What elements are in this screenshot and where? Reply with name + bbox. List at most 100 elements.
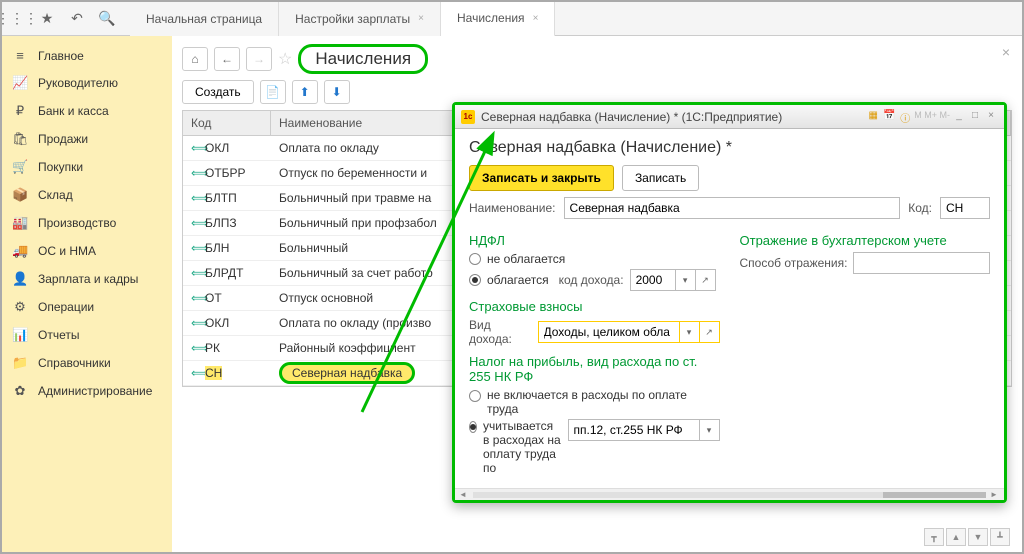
sidebar-label: Отчеты: [38, 328, 79, 342]
grid-next[interactable]: ▼: [968, 528, 988, 546]
page-title: Начисления: [298, 44, 428, 74]
calc-icon[interactable]: ▦: [866, 110, 880, 124]
search-icon[interactable]: 🔍: [92, 3, 122, 35]
profit-radio-excluded[interactable]: [469, 390, 481, 402]
sidebar-item-5[interactable]: 📦Склад: [2, 181, 172, 209]
tab-2[interactable]: Начисления×: [441, 2, 555, 37]
dialog-titlebar[interactable]: 1c Северная надбавка (Начисление) * (1С:…: [455, 105, 1004, 129]
down-button[interactable]: ⬇: [324, 80, 350, 104]
income-type-label: Вид дохода:: [469, 318, 532, 346]
income-type-combo[interactable]: ▾ ↗: [538, 321, 720, 343]
sidebar-item-7[interactable]: 🚚ОС и НМА: [2, 237, 172, 265]
calendar-icon[interactable]: 📅: [882, 110, 896, 124]
profit-article-combo[interactable]: ▾: [568, 419, 720, 441]
grid-prev[interactable]: ▲: [946, 528, 966, 546]
forward-button[interactable]: →: [246, 47, 272, 71]
minimize-icon[interactable]: _: [952, 110, 966, 124]
dialog-window-title: Северная надбавка (Начисление) * (1С:Пре…: [481, 110, 782, 124]
sidebar-item-1[interactable]: 📈 Руководителю: [2, 69, 172, 97]
sidebar-icon: ≡: [12, 48, 28, 63]
sidebar-label: Операции: [38, 300, 94, 314]
back-button[interactable]: ←: [214, 47, 240, 71]
grid-nav-buttons: ┳ ▲ ▼ ┻: [924, 528, 1010, 546]
profit-radio-included[interactable]: [469, 421, 477, 433]
copy-button[interactable]: 📄: [260, 80, 286, 104]
sidebar-icon: 🛒: [12, 159, 28, 175]
profit-opt1-label: не включается в расходы по оплате труда: [487, 388, 687, 416]
history-icon[interactable]: ↶: [62, 3, 92, 35]
insurance-section: Страховые взносы: [469, 299, 720, 314]
name-field[interactable]: [564, 197, 901, 219]
ndfl-opt2-label: облагается: [487, 273, 549, 287]
sidebar-item-0[interactable]: ≡ Главное: [2, 42, 172, 69]
apps-icon[interactable]: ⋮⋮⋮: [2, 3, 32, 35]
star-icon[interactable]: ☆: [278, 49, 292, 69]
scroll-right-icon[interactable]: ►: [990, 490, 1000, 499]
topbar: ⋮⋮⋮ ★ ↶ 🔍 Начальная страницаНастройки за…: [2, 2, 1022, 36]
acc-method-field[interactable]: [853, 252, 990, 274]
sidebar-icon: 🏭: [12, 215, 28, 231]
sidebar-icon: 👤: [12, 271, 28, 287]
sidebar-icon: 🛍: [12, 131, 28, 147]
scroll-left-icon[interactable]: ◄: [459, 490, 469, 499]
dialog-close-icon[interactable]: ×: [984, 110, 998, 124]
close-page-icon[interactable]: ×: [1002, 44, 1010, 60]
sidebar-icon: 📊: [12, 327, 28, 343]
profit-opt2-label: учитывается в расходах на оплату труда п…: [483, 419, 562, 475]
tab-0[interactable]: Начальная страница: [130, 2, 279, 36]
col-code[interactable]: Код: [183, 111, 271, 135]
sidebar-item-11[interactable]: 📁Справочники: [2, 349, 172, 377]
code-label: Код:: [908, 201, 932, 215]
name-label: Наименование:: [469, 201, 556, 215]
open-icon[interactable]: ↗: [695, 270, 715, 290]
maximize-icon[interactable]: □: [968, 110, 982, 124]
profit-section: Налог на прибыль, вид расхода по ст. 255…: [469, 354, 720, 384]
sidebar-label: Администрирование: [38, 384, 152, 398]
sidebar-icon: 📁: [12, 355, 28, 371]
tab-1[interactable]: Настройки зарплаты×: [279, 2, 441, 36]
save-button[interactable]: Записать: [622, 165, 699, 191]
dialog-scrollbar[interactable]: ◄ ►: [455, 488, 1004, 500]
sidebar-label: Зарплата и кадры: [38, 272, 138, 286]
save-close-button[interactable]: Записать и закрыть: [469, 165, 614, 191]
favorite-icon[interactable]: ★: [32, 3, 62, 35]
page-header: ⌂ ← → ☆ Начисления: [182, 44, 1012, 74]
code-field[interactable]: [940, 197, 990, 219]
tab-close-icon[interactable]: ×: [533, 13, 539, 24]
sidebar-icon: ✿: [12, 383, 28, 399]
chevron-down-icon[interactable]: ▾: [699, 420, 719, 440]
create-button[interactable]: Создать: [182, 80, 254, 104]
sidebar-icon: ₽: [12, 103, 28, 119]
sidebar-item-3[interactable]: 🛍Продажи: [2, 125, 172, 153]
sidebar-item-2[interactable]: ₽Банк и касса: [2, 97, 172, 125]
chevron-down-icon[interactable]: ▾: [675, 270, 695, 290]
sidebar-label: ОС и НМА: [38, 244, 96, 258]
tab-close-icon[interactable]: ×: [418, 13, 424, 24]
info-icon[interactable]: ⓘ: [898, 110, 912, 124]
grid-last[interactable]: ┻: [990, 528, 1010, 546]
sidebar-item-6[interactable]: 🏭 Производство: [2, 209, 172, 237]
accrual-dialog: 1c Северная надбавка (Начисление) * (1С:…: [452, 102, 1007, 503]
sidebar-icon: 📈: [12, 75, 28, 91]
sidebar-item-8[interactable]: 👤 Зарплата и кадры: [2, 265, 172, 293]
sidebar-item-4[interactable]: 🛒 Покупки: [2, 153, 172, 181]
grid-toolbar: Создать 📄 ⬆ ⬇: [182, 80, 1012, 104]
ndfl-radio-exempt[interactable]: [469, 253, 481, 265]
m-buttons[interactable]: M M+ M-: [914, 110, 950, 124]
open-icon[interactable]: ↗: [699, 322, 719, 342]
up-button[interactable]: ⬆: [292, 80, 318, 104]
chevron-down-icon[interactable]: ▾: [679, 322, 699, 342]
home-button[interactable]: ⌂: [182, 47, 208, 71]
main-tabs: Начальная страницаНастройки зарплаты×Нач…: [130, 2, 555, 36]
sidebar-label: Производство: [38, 216, 116, 230]
grid-first[interactable]: ┳: [924, 528, 944, 546]
sidebar-label: Главное: [38, 49, 84, 63]
sidebar-label: Покупки: [38, 160, 83, 174]
sidebar-label: Руководителю: [38, 76, 118, 90]
sidebar-item-9[interactable]: ⚙Операции: [2, 293, 172, 321]
ndfl-radio-taxed[interactable]: [469, 274, 481, 286]
sidebar-item-12[interactable]: ✿ Администрирование: [2, 377, 172, 405]
income-code-combo[interactable]: ▾ ↗: [630, 269, 716, 291]
sidebar-item-10[interactable]: 📊 Отчеты: [2, 321, 172, 349]
1c-icon: 1c: [461, 110, 475, 124]
